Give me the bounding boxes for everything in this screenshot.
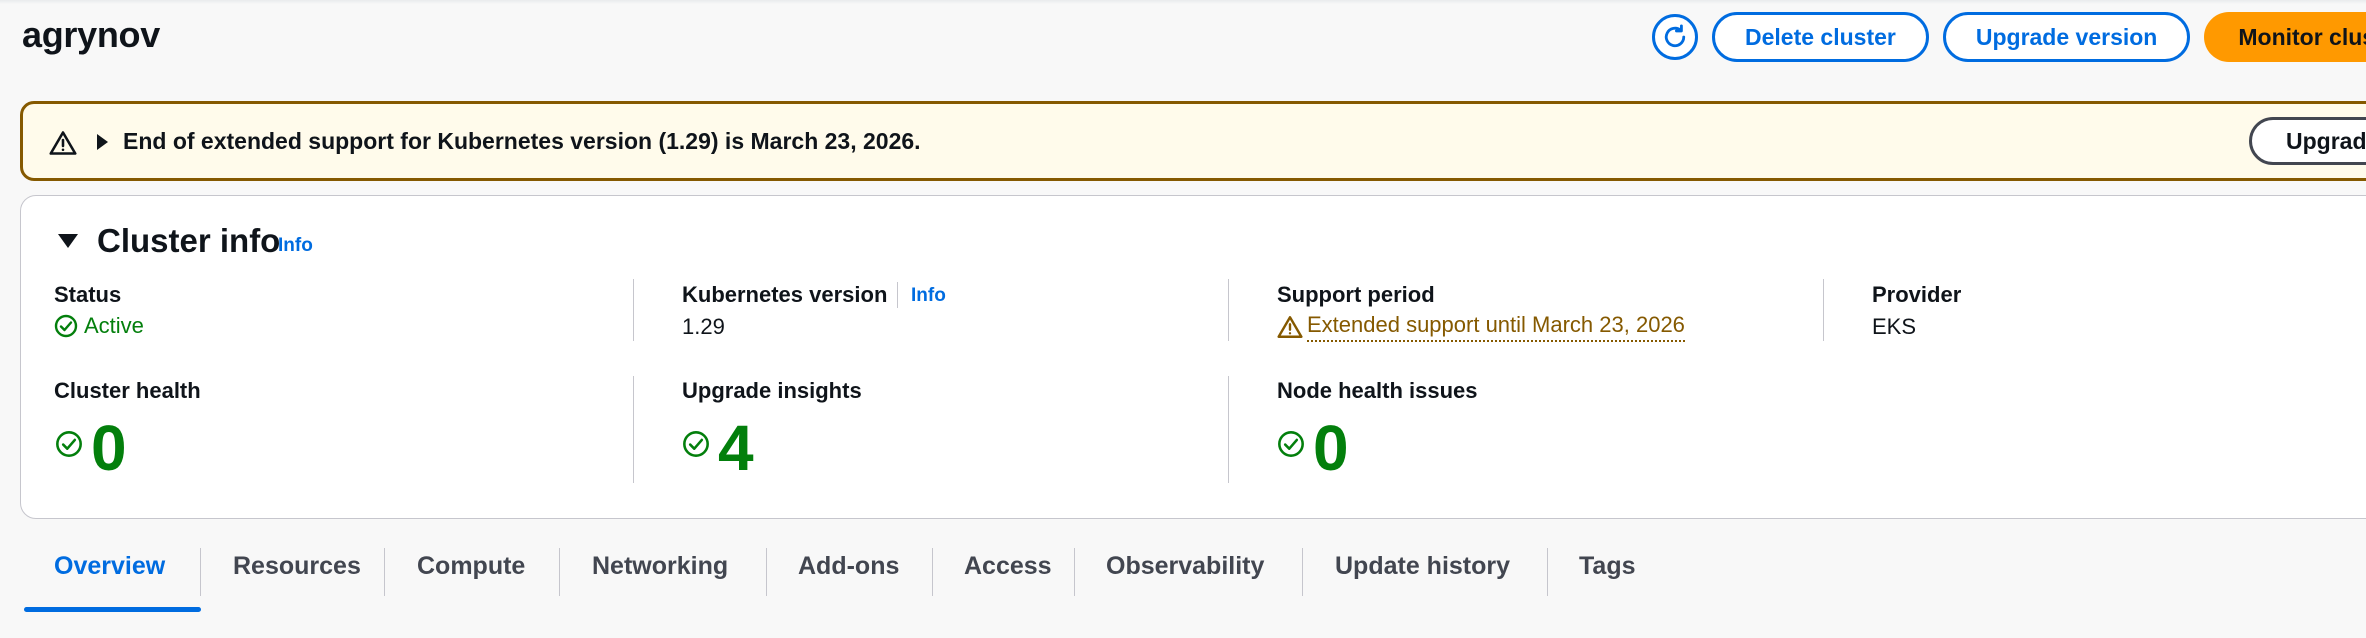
- collapse-caret-icon[interactable]: [57, 233, 79, 249]
- support-period-value[interactable]: Extended support until March 23, 2026: [1277, 312, 1685, 342]
- divider: [1823, 279, 1824, 341]
- success-icon: [683, 431, 709, 457]
- support-period-label: Support period: [1277, 282, 1435, 307]
- active-tab-indicator: [24, 607, 201, 612]
- cluster-info-title: Cluster info: [97, 222, 281, 259]
- upgrade-insights-count[interactable]: 4: [718, 416, 754, 480]
- tab-tags[interactable]: Tags: [1579, 552, 1636, 581]
- tab-access[interactable]: Access: [964, 552, 1052, 581]
- k8s-version-value: 1.29: [682, 314, 725, 339]
- cluster-info-info-link[interactable]: Info: [278, 235, 313, 257]
- tab-add-ons[interactable]: Add-ons: [798, 552, 899, 581]
- tab-networking[interactable]: Networking: [592, 552, 728, 581]
- extended-support-warning: End of extended support for Kubernetes v…: [20, 101, 2366, 181]
- cluster-health-count[interactable]: 0: [91, 416, 127, 480]
- monitor-cluster-button[interactable]: Monitor clus: [2204, 12, 2366, 62]
- tab-divider: [559, 548, 560, 596]
- upgrade-version-button[interactable]: Upgrade version: [1942, 12, 2191, 62]
- tab-divider: [1547, 548, 1548, 596]
- node-health-count[interactable]: 0: [1313, 416, 1349, 480]
- tab-divider: [200, 548, 201, 596]
- status-value: Active: [54, 313, 144, 339]
- provider-label: Provider: [1872, 282, 1962, 307]
- upgrade-insights-label: Upgrade insights: [682, 378, 862, 403]
- warning-icon: [49, 131, 77, 155]
- page-title: agrynov: [22, 14, 160, 55]
- tab-compute[interactable]: Compute: [417, 552, 525, 581]
- tab-divider: [1302, 548, 1303, 596]
- provider-value: EKS: [1872, 314, 1917, 339]
- header-actions: Delete cluster Upgrade version Monitor c…: [1652, 12, 2366, 62]
- tab-update-history[interactable]: Update history: [1335, 552, 1510, 581]
- refresh-icon: [1664, 24, 1686, 48]
- divider: [633, 279, 634, 341]
- warning-icon: [1277, 316, 1303, 338]
- refresh-button[interactable]: [1652, 14, 1698, 60]
- top-shadow: [0, 0, 2366, 4]
- success-icon: [54, 314, 78, 338]
- delete-cluster-button[interactable]: Delete cluster: [1712, 12, 1929, 62]
- divider: [1228, 279, 1229, 341]
- success-icon: [1278, 431, 1304, 457]
- status-label: Status: [54, 282, 122, 307]
- k8s-version-label: Kubernetes version: [682, 282, 888, 307]
- divider: [897, 282, 898, 308]
- k8s-version-info-link[interactable]: Info: [911, 285, 946, 307]
- flash-upgrade-button[interactable]: Upgrade: [2249, 117, 2366, 165]
- cluster-health-label: Cluster health: [54, 378, 201, 403]
- status-text: Active: [84, 313, 144, 338]
- tab-overview[interactable]: Overview: [54, 552, 165, 581]
- node-health-label: Node health issues: [1277, 378, 1478, 403]
- divider: [633, 376, 634, 483]
- tab-divider: [932, 548, 933, 596]
- tab-divider: [766, 548, 767, 596]
- expand-caret-icon[interactable]: [95, 133, 109, 151]
- tab-resources[interactable]: Resources: [233, 552, 361, 581]
- warning-message: End of extended support for Kubernetes v…: [123, 128, 921, 154]
- support-period-text[interactable]: Extended support until March 23, 2026: [1307, 312, 1685, 342]
- tab-divider: [1074, 548, 1075, 596]
- tab-divider: [384, 548, 385, 596]
- tab-observability[interactable]: Observability: [1106, 552, 1264, 581]
- cluster-info-panel: Cluster info Info Status Active Kubernet…: [20, 195, 2366, 519]
- success-icon: [56, 431, 82, 457]
- divider: [1228, 376, 1229, 483]
